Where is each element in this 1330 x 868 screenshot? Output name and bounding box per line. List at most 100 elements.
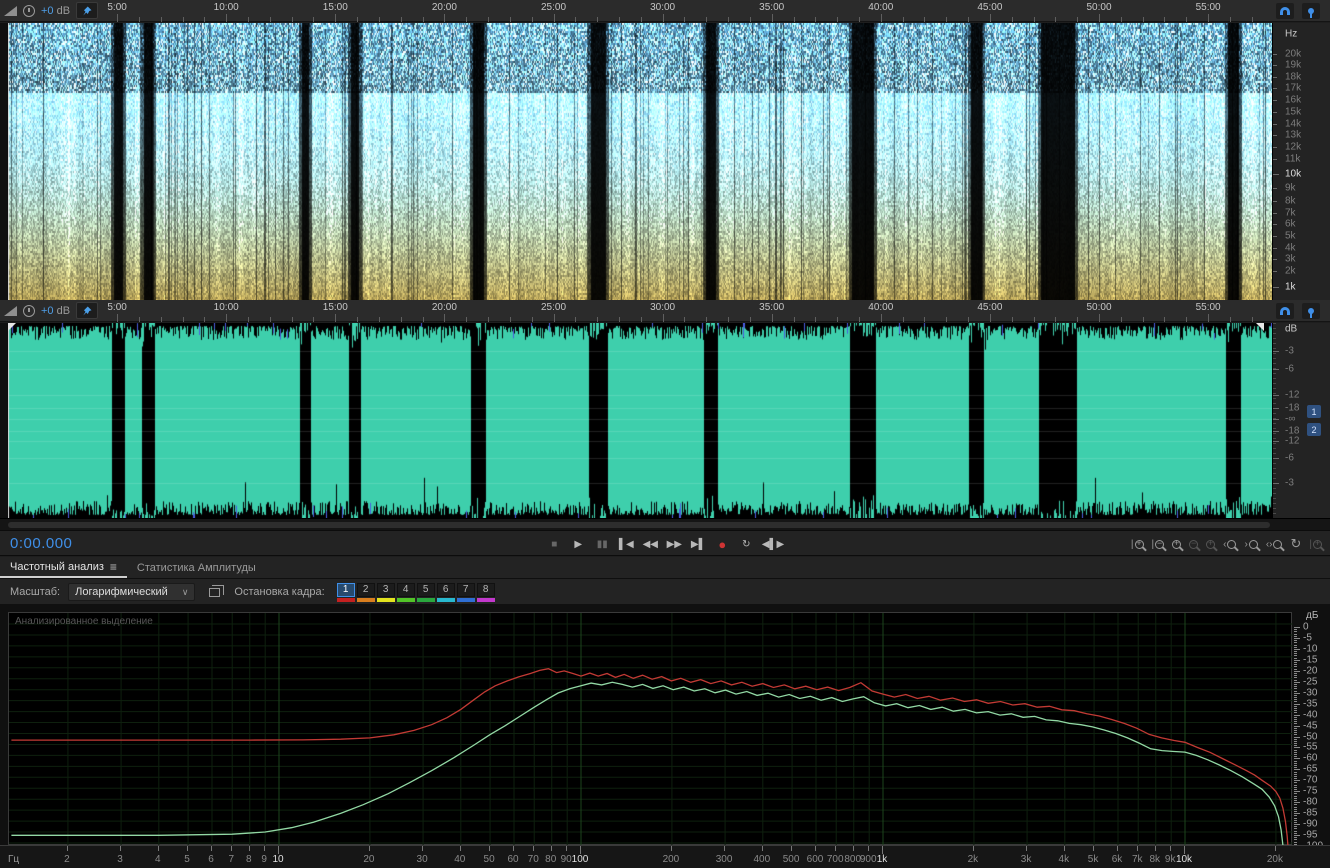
- waveform-timeline-ruler[interactable]: 5:00 10:00 15:00 20:00 25:00 30:00 35:00 40:00 4…: [100, 300, 1272, 322]
- zoom-in-amplitude-button[interactable]: −: [1189, 539, 1199, 549]
- pause-button[interactable]: ▮▮: [594, 536, 611, 553]
- hold-frame-button-4[interactable]: 4: [396, 582, 415, 602]
- scale-label: Масштаб:: [10, 586, 61, 598]
- ruler-tick: [749, 17, 751, 22]
- hold-frame-number: 6: [436, 582, 455, 597]
- ruler-time-label: 20:00: [431, 2, 457, 13]
- hold-frame-button-7[interactable]: 7: [456, 582, 475, 602]
- ruler-tick: [1120, 17, 1122, 22]
- zoom-in-time-button[interactable]: | +: [1131, 539, 1144, 550]
- channel-1-badge[interactable]: 1: [1307, 405, 1321, 418]
- hold-frame-button-5[interactable]: 5: [416, 582, 435, 602]
- waveform-display[interactable]: [8, 323, 1272, 518]
- frequency-label: 16k: [1285, 94, 1302, 106]
- db-tick: [1294, 675, 1297, 677]
- channel-2-badge[interactable]: 2: [1307, 423, 1321, 436]
- waveform-gain[interactable]: +0 dB: [41, 305, 70, 317]
- tab-amplitude-statistics[interactable]: Статистика Амплитуды: [127, 557, 266, 578]
- amplitude-unit-label: dB: [1285, 323, 1298, 335]
- zoom-out-amplitude-button[interactable]: +: [1206, 539, 1216, 549]
- ruler-tick: [335, 314, 337, 322]
- ruler-tick: [1164, 17, 1166, 22]
- pin-playhead-button[interactable]: [76, 302, 98, 319]
- scale-select[interactable]: Логарифмический ∨: [68, 583, 196, 601]
- time-display[interactable]: 0:00.000: [10, 535, 72, 552]
- db-tick: [1294, 738, 1297, 740]
- copy-graph-icon[interactable]: [209, 584, 225, 597]
- pushpin-icon[interactable]: [1302, 2, 1320, 19]
- zoom-selection-right-button[interactable]: ›: [1244, 539, 1258, 550]
- hold-frame-button-2[interactable]: 2: [356, 582, 375, 602]
- db-tick-label: -40: [1303, 709, 1318, 721]
- scrollbar-thumb[interactable]: [8, 522, 1270, 528]
- db-tick: [1294, 808, 1297, 810]
- play-button[interactable]: ▶: [570, 536, 587, 553]
- db-tick: [1294, 677, 1297, 679]
- zoom-to-selection-button[interactable]: +: [1172, 539, 1182, 549]
- ruler-tick: [1273, 351, 1279, 352]
- rewind-button[interactable]: ◀◀: [642, 536, 659, 553]
- freq-tick-label: 900: [859, 854, 877, 865]
- zoom-out-time-button[interactable]: | −: [1152, 539, 1165, 550]
- freq-tick-label: 5: [184, 854, 190, 865]
- panel-menu-icon[interactable]: ≡: [110, 560, 117, 574]
- frequency-unit-label: Hz: [1285, 28, 1298, 40]
- record-button[interactable]: ●: [714, 536, 731, 553]
- horizontal-scrollbar[interactable]: [0, 518, 1330, 530]
- freq-tick: [882, 846, 883, 854]
- reset-zoom-button[interactable]: ↻: [1290, 536, 1301, 552]
- ruler-tick: [182, 317, 184, 322]
- headphones-icon[interactable]: [1276, 302, 1294, 319]
- db-tick: [1294, 627, 1300, 628]
- spectrogram-display[interactable]: [8, 23, 1272, 300]
- selection-handle-right[interactable]: [1256, 323, 1264, 331]
- db-tick: [1294, 710, 1297, 712]
- spectrogram-timeline-ruler[interactable]: 5:00 10:00 15:00 20:00 25:00 30:00 35:00 40:00 4…: [100, 0, 1272, 22]
- skip-to-end-button[interactable]: ▶▌: [690, 536, 707, 553]
- zoom-selection-left-button[interactable]: ‹: [1223, 539, 1237, 550]
- db-tick: [1294, 736, 1300, 738]
- frequency-analysis-plot[interactable]: Анализированное выделение: [8, 612, 1293, 846]
- ruler-tick: [1273, 431, 1279, 432]
- skim-button[interactable]: ◀▌▶: [762, 536, 784, 553]
- db-tick: [1294, 756, 1297, 758]
- db-tick: [1294, 683, 1297, 685]
- db-tick: [1294, 839, 1297, 841]
- amplitude-scale-ruler[interactable]: dB -3 -6 -12 -18 -∞ -18 -12 -6 -3 1 2: [1272, 323, 1330, 518]
- ruler-tick: [1273, 77, 1277, 78]
- hold-frame-button-1[interactable]: 1: [336, 582, 355, 602]
- db-tick: [1294, 800, 1297, 801]
- zoom-selection-full-button[interactable]: ‹›: [1266, 539, 1283, 550]
- db-tick: [1294, 686, 1297, 688]
- skip-to-start-button[interactable]: ▌◀: [618, 536, 635, 553]
- hold-frame-button-8[interactable]: 8: [476, 582, 495, 602]
- freq-tick-label: 7k: [1131, 854, 1143, 865]
- waveform-ruler-bar[interactable]: +0 dB 5:00 10:00 15:00 20:00 25:00 30:00 35:00…: [0, 300, 1330, 322]
- spectrogram-ruler-bar[interactable]: +0 dB 5:00 10:00 15:00 20:00 25:00 30:00 35:00…: [0, 0, 1330, 22]
- spectrogram-gain[interactable]: +0 dB: [41, 5, 70, 17]
- db-tick: [1294, 747, 1300, 749]
- analyzed-selection-label: Анализированное выделение: [15, 616, 153, 627]
- stop-button[interactable]: ■: [546, 536, 563, 553]
- tab-frequency-analysis[interactable]: Частотный анализ ≡: [0, 557, 127, 578]
- headphones-icon[interactable]: [1276, 2, 1294, 19]
- pushpin-icon[interactable]: [1302, 302, 1320, 319]
- freq-tick-label: 200: [662, 854, 680, 865]
- frequency-scale-ruler[interactable]: Hz 20k 19k 18k 17k 16k 15k 14k 13k 12k 11k 10k 9k 8k…: [1272, 23, 1330, 300]
- selection-handle-left[interactable]: [8, 323, 16, 331]
- ruler-tick: [400, 17, 402, 22]
- freq-tick: [761, 846, 763, 851]
- freq-tick: [1184, 846, 1185, 854]
- freq-tick: [231, 846, 233, 851]
- ruler-tick: [989, 14, 991, 22]
- hold-frame-button-3[interactable]: 3: [376, 582, 395, 602]
- tab-label: Статистика Амплитуды: [136, 561, 256, 574]
- fast-forward-button[interactable]: ▶▶: [666, 536, 683, 553]
- ruler-tick: [1077, 317, 1079, 322]
- pin-playhead-button[interactable]: [76, 2, 98, 19]
- hold-frame-button-6[interactable]: 6: [436, 582, 455, 602]
- loop-playback-button[interactable]: ↻: [738, 536, 755, 553]
- freq-tick: [278, 846, 279, 854]
- zoom-full-button[interactable]: | +: [1309, 539, 1322, 550]
- ruler-tick: [1273, 65, 1277, 66]
